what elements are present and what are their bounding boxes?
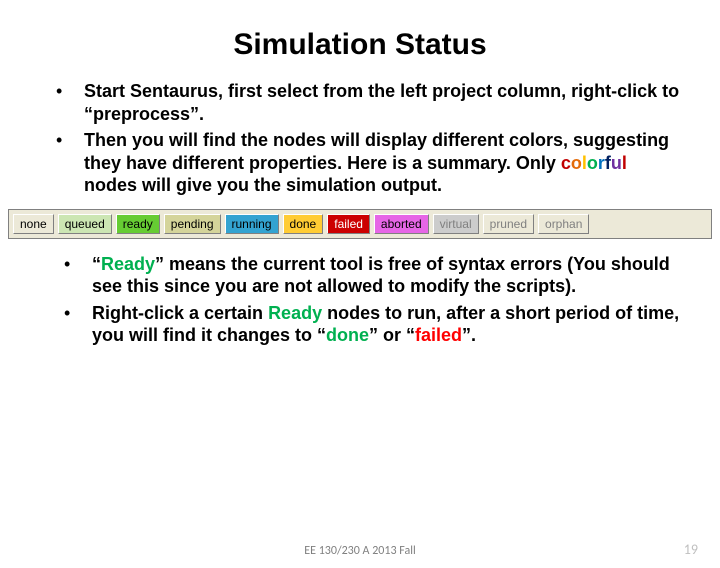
bullet-marker: • [64, 302, 92, 325]
bullet-text: Right-click a certain Ready nodes to run… [92, 302, 680, 347]
letter: u [611, 153, 622, 173]
letter: l [622, 153, 627, 173]
text-span: Right-click a certain [92, 303, 268, 323]
bullet-text: Start Sentaurus, first select from the l… [84, 80, 680, 125]
ready-word: Ready [101, 254, 155, 274]
footer-page-number: 19 [684, 541, 698, 558]
bullet-marker: • [64, 253, 92, 276]
bullet-text: Then you will find the nodes will displa… [84, 129, 680, 197]
footer-course: EE 130/230 A 2013 Fall [0, 544, 720, 558]
bullet-item: • “Ready” means the current tool is free… [64, 253, 680, 298]
quote: ” [369, 325, 378, 345]
status-pruned: pruned [483, 214, 534, 234]
ready-word: Ready [268, 303, 322, 323]
quote: ”. [462, 325, 476, 345]
status-failed: failed [327, 214, 370, 234]
text-span: means the current tool is free of syntax… [92, 254, 670, 297]
bullet-item: • Then you will find the nodes will disp… [56, 129, 680, 197]
bullet-text: “Ready” means the current tool is free o… [92, 253, 680, 298]
status-none: none [13, 214, 54, 234]
status-done: done [283, 214, 324, 234]
status-queued: queued [58, 214, 112, 234]
quote: “ [406, 325, 415, 345]
quote: ” [155, 254, 164, 274]
failed-word: failed [415, 325, 462, 345]
status-legend-frame: nonequeuedreadypendingrunningdonefaileda… [8, 209, 712, 239]
status-pending: pending [164, 214, 221, 234]
text-span: nodes will give you the simulation outpu… [84, 175, 442, 195]
slide-title: Simulation Status [0, 28, 720, 62]
status-legend: nonequeuedreadypendingrunningdonefaileda… [13, 214, 707, 234]
letter: o [571, 153, 582, 173]
quote: “ [317, 325, 326, 345]
quote: “ [92, 254, 101, 274]
status-running: running [225, 214, 279, 234]
letter: o [587, 153, 598, 173]
letter: c [561, 153, 571, 173]
bullet-marker: • [56, 80, 84, 103]
colorful-word: colorful [561, 153, 627, 173]
bullet-list-top: • Start Sentaurus, first select from the… [56, 80, 680, 197]
status-aborted: aborted [374, 214, 429, 234]
text-span: or [378, 325, 406, 345]
bullet-list-bottom: • “Ready” means the current tool is free… [64, 253, 680, 347]
letter: r [598, 153, 605, 173]
done-word: done [326, 325, 369, 345]
bullet-item: • Right-click a certain Ready nodes to r… [64, 302, 680, 347]
status-orphan: orphan [538, 214, 589, 234]
status-virtual: virtual [433, 214, 479, 234]
status-ready: ready [116, 214, 160, 234]
bullet-item: • Start Sentaurus, first select from the… [56, 80, 680, 125]
bullet-marker: • [56, 129, 84, 152]
